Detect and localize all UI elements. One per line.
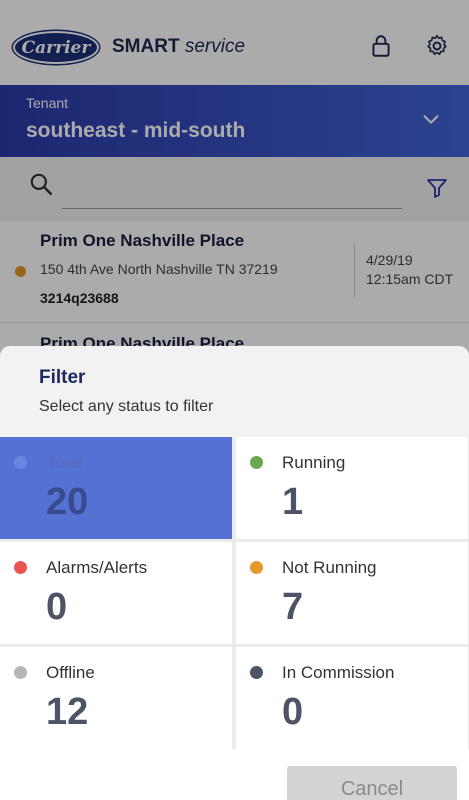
status-total[interactable]: Total 20 <box>0 437 232 539</box>
status-count: 7 <box>282 586 304 628</box>
status-running[interactable]: Running 1 <box>236 437 468 539</box>
status-count: 0 <box>282 691 304 733</box>
status-dot <box>14 561 27 574</box>
status-label: Running <box>282 453 346 472</box>
status-count: 12 <box>46 691 89 733</box>
status-label: Offline <box>46 663 95 682</box>
status-in-commission[interactable]: In Commission 0 <box>236 647 468 749</box>
sheet-footer: Cancel <box>0 749 469 800</box>
status-count: 1 <box>282 481 304 523</box>
status-dot <box>250 666 263 679</box>
status-label: In Commission <box>282 663 395 682</box>
status-dot <box>250 561 263 574</box>
status-not-running[interactable]: Not Running 7 <box>236 542 468 644</box>
filter-title: Filter <box>39 367 86 388</box>
cancel-button[interactable]: Cancel <box>287 766 457 800</box>
status-dot <box>250 456 263 469</box>
status-dot <box>14 456 27 469</box>
status-grid: Total 20 Running 1 Alarms/Alerts 0 Not R… <box>0 437 469 749</box>
status-label: Total <box>46 453 82 472</box>
filter-subtitle: Select any status to filter <box>39 398 214 415</box>
status-offline[interactable]: Offline 12 <box>0 647 232 749</box>
status-count: 20 <box>46 481 89 523</box>
status-count: 0 <box>46 586 68 628</box>
status-label: Not Running <box>282 558 377 577</box>
status-label: Alarms/Alerts <box>46 558 148 577</box>
status-alarms-alerts[interactable]: Alarms/Alerts 0 <box>0 542 232 644</box>
filter-sheet: Filter Select any status to filter Total… <box>0 346 469 800</box>
status-dot <box>14 666 27 679</box>
